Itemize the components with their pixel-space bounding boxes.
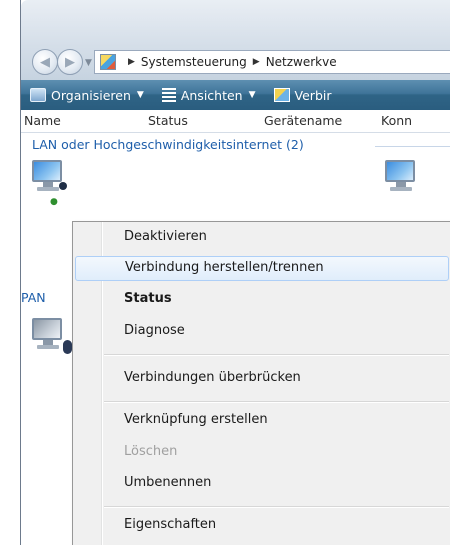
breadcrumb-arrow-icon[interactable]: ▶ [253,57,260,67]
organize-label: Organisieren [51,87,131,103]
menu-separator [104,506,449,508]
column-header-connectivity[interactable]: Konn [381,113,412,128]
bluetooth-device-icon [63,340,72,354]
group-header-pan: PAN [21,290,46,305]
menu-item-eigenschaften[interactable]: Eigenschaften [75,513,449,538]
chevron-down-icon: ▼ [136,90,144,100]
connect-icon [273,88,290,102]
group-lan[interactable]: LAN oder Hochgeschwindigkeitsinternet (2… [32,137,450,155]
menu-item-verbindung-herstellen-trennen[interactable]: Verbindung herstellen/trennen [75,256,449,281]
breadcrumb-item[interactable]: Systemsteuerung [141,55,247,69]
command-toolbar: Organisieren ▼ Ansichten ▼ Verbir [21,80,450,110]
control-panel-icon [100,54,116,70]
organize-icon [30,88,46,102]
menu-item-diagnose[interactable]: Diagnose [75,319,449,344]
menu-separator [104,401,449,403]
address-bar[interactable]: ▶ Systemsteuerung ▶ Netzwerkve [94,50,450,74]
breadcrumb-arrow-icon[interactable]: ▶ [128,57,135,67]
title-bar: ◀ ▶ ▼ ▶ Systemsteuerung ▶ Netzwerkve [21,0,450,80]
back-arrow-icon: ◀ [40,54,50,70]
connected-status-icon: ● [50,197,58,207]
menu-item-umbenennen[interactable]: Umbenennen [75,471,449,496]
connect-button[interactable]: Verbir [265,80,341,110]
column-header-row: Name Status Gerätename Konn [21,110,450,133]
menu-separator [104,354,449,356]
views-button[interactable]: Ansichten ▼ [153,80,265,110]
group-divider [375,146,450,147]
network-adapter-icon[interactable] [385,160,421,192]
breadcrumb-item[interactable]: Netzwerkve [266,55,337,69]
back-button[interactable]: ◀ [32,49,58,75]
group-header-lan: LAN oder Hochgeschwindigkeitsinternet (2… [32,137,304,152]
organize-button[interactable]: Organisieren ▼ [21,80,153,110]
menu-item-verknuepfung-erstellen[interactable]: Verknüpfung erstellen [75,408,449,433]
views-label: Ansichten [180,87,243,103]
column-header-name[interactable]: Name [24,113,61,128]
column-header-status[interactable]: Status [148,113,188,128]
views-icon [161,88,176,102]
chevron-down-icon: ▼ [248,90,256,100]
menu-item-loeschen: Löschen [124,444,178,459]
context-menu: Deaktivieren Verbindung herstellen/trenn… [72,221,450,545]
forward-arrow-icon: ▶ [65,54,75,70]
menu-item-deaktivieren[interactable]: Deaktivieren [75,225,449,250]
forward-button[interactable]: ▶ [57,49,83,75]
cable-plug-icon [59,182,67,190]
connect-label: Verbir [294,87,332,103]
history-dropdown-icon[interactable]: ▼ [85,58,92,68]
menu-item-status[interactable]: Status [75,287,449,312]
column-header-device[interactable]: Gerätename [264,113,342,128]
menu-item-verbindungen-ueberbruecken[interactable]: Verbindungen überbrücken [75,366,449,391]
